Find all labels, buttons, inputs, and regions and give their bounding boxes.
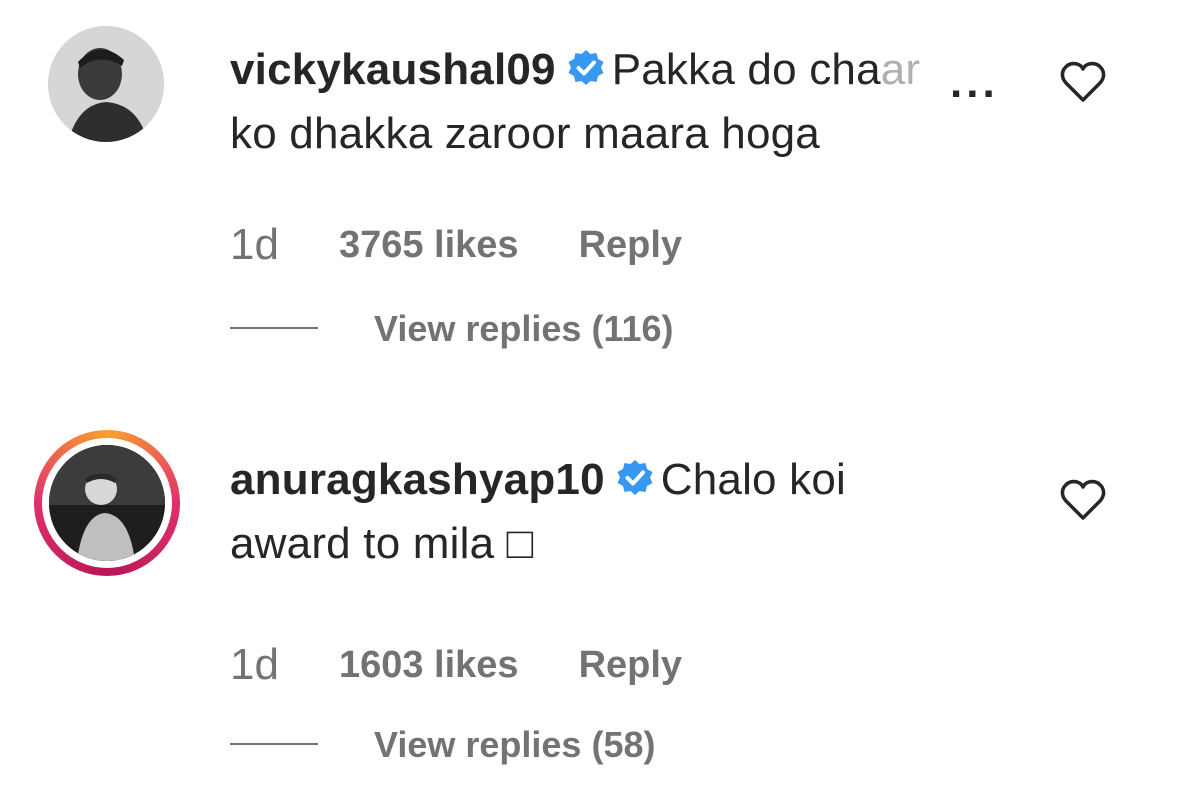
avatar[interactable]: [48, 26, 164, 142]
comment-username[interactable]: vickykaushal09: [230, 45, 556, 94]
verified-badge-icon: [617, 460, 653, 495]
view-replies-label: View replies (116): [374, 308, 674, 349]
comment-body-faded: ar: [880, 45, 921, 94]
comment-body-line1: Pakka do cha: [611, 45, 881, 94]
comment-username[interactable]: anuragkashyap10: [230, 455, 605, 504]
more-options-button[interactable]: ...: [950, 58, 999, 108]
avatar-photo-icon: [48, 26, 164, 142]
comment-text: anuragkashyap10 Chalo koi award to mila …: [230, 448, 1030, 576]
comment-meta: 1d 3765 likes Reply: [230, 220, 682, 270]
comment-timestamp: 1d: [230, 220, 279, 269]
avatar-photo-icon: [49, 445, 165, 561]
comment-body-line1: Chalo koi: [660, 455, 846, 504]
verified-badge-icon: [568, 50, 604, 85]
comment-likes-count[interactable]: 3765 likes: [339, 224, 519, 266]
comment-timestamp: 1d: [230, 640, 279, 689]
avatar[interactable]: [49, 445, 165, 561]
view-replies-label: View replies (58): [374, 724, 656, 765]
comment-body-line2: ko dhakka zaroor maara hoga: [230, 109, 820, 158]
view-replies-button[interactable]: View replies (58): [230, 724, 655, 766]
reply-button[interactable]: Reply: [579, 224, 682, 266]
heart-outline-icon[interactable]: [1060, 60, 1106, 104]
divider-line: [230, 743, 318, 745]
view-replies-button[interactable]: View replies (116): [230, 308, 674, 350]
divider-line: [230, 327, 318, 329]
comment-likes-count[interactable]: 1603 likes: [339, 644, 519, 686]
comment-body-line2: award to mila □: [230, 519, 534, 568]
comment-text: vickykaushal09 Pakka do chaar ko dhakka …: [230, 38, 1030, 166]
comment-meta: 1d 1603 likes Reply: [230, 640, 682, 690]
reply-button[interactable]: Reply: [579, 644, 682, 686]
heart-outline-icon[interactable]: [1060, 478, 1106, 522]
